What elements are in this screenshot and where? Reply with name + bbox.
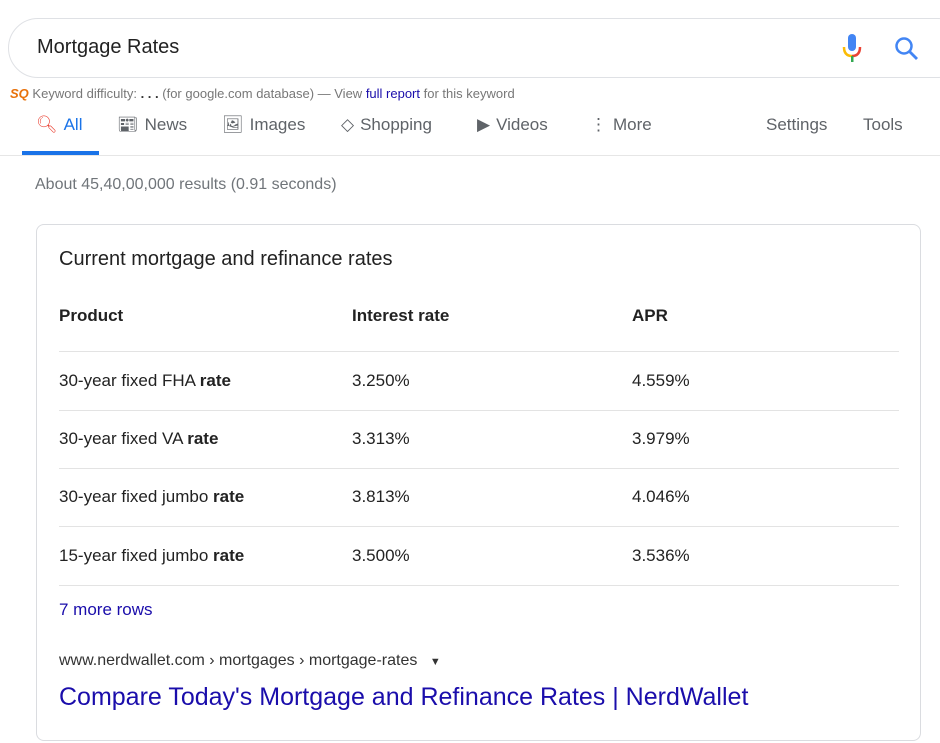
table-row-product: 15-year fixed jumbo rate xyxy=(59,546,244,566)
header-product: Product xyxy=(59,306,124,325)
tab-label: More xyxy=(613,115,652,134)
news-icon: 📰︎ xyxy=(117,115,139,134)
tab-label: Videos xyxy=(496,115,548,134)
tab-label: Shopping xyxy=(360,115,432,134)
table-cell-apr: 3.979% xyxy=(632,429,690,448)
table-row-product: 30-year fixed FHA rate xyxy=(59,371,231,391)
table-cell-apr: 4.046% xyxy=(632,487,690,506)
tab-all[interactable]: 🔍︎ All xyxy=(36,115,83,135)
tab-more[interactable]: ⋮ More xyxy=(590,115,652,135)
url-text: www.nerdwallet.com › mortgages › mortgag… xyxy=(59,652,418,669)
tab-label: Images xyxy=(249,115,306,134)
product-rate-label: rate xyxy=(187,429,219,448)
image-icon: 🖼︎ xyxy=(222,115,244,134)
tab-news[interactable]: 📰︎ News xyxy=(117,115,187,135)
seoquake-logo-icon: SQ xyxy=(10,86,29,101)
keyword-difficulty: SQ Keyword difficulty: . . . (for google… xyxy=(10,86,515,101)
divider xyxy=(0,155,940,156)
result-url[interactable]: www.nerdwallet.com › mortgages › mortgag… xyxy=(59,652,441,670)
header-apr: APR xyxy=(632,306,668,325)
card-title: Current mortgage and refinance rates xyxy=(59,248,393,270)
product-rate-label: rate xyxy=(213,487,245,506)
tab-shopping[interactable]: ◇ Shopping xyxy=(341,115,432,135)
kw-suffix: for this keyword xyxy=(423,86,515,101)
play-icon: ▶︎ xyxy=(477,115,491,134)
table-cell-rate: 3.313% xyxy=(352,429,410,448)
table-cell-rate: 3.250% xyxy=(352,371,410,390)
result-title-link[interactable]: Compare Today's Mortgage and Refinance R… xyxy=(59,683,748,712)
product-name: 30-year fixed FHA xyxy=(59,371,196,390)
row-divider xyxy=(59,468,899,469)
kw-middle: (for google.com database) — View xyxy=(162,86,363,101)
product-name: 30-year fixed VA xyxy=(59,429,183,448)
tag-icon: ◇ xyxy=(341,115,355,134)
kw-prefix: Keyword difficulty: xyxy=(32,86,137,101)
more-vert-icon: ⋮ xyxy=(590,115,607,134)
tab-label: All xyxy=(63,115,83,134)
table-cell-rate: 3.813% xyxy=(352,487,410,506)
row-divider xyxy=(59,410,899,411)
result-stats: About 45,40,00,000 results (0.91 seconds… xyxy=(35,176,337,193)
settings-button[interactable]: Settings xyxy=(766,115,827,135)
table-cell-apr: 3.536% xyxy=(632,546,690,565)
table-row-product: 30-year fixed VA rate xyxy=(59,429,218,449)
tools-button[interactable]: Tools xyxy=(863,115,903,135)
product-name: 30-year fixed jumbo xyxy=(59,487,209,506)
more-rows-link[interactable]: 7 more rows xyxy=(59,600,153,620)
tab-images[interactable]: 🖼︎ Images xyxy=(222,115,305,135)
search-icon: 🔍︎ xyxy=(36,115,58,134)
search-icon[interactable] xyxy=(894,36,920,62)
full-report-link[interactable]: full report xyxy=(366,86,420,101)
table-row-product: 30-year fixed jumbo rate xyxy=(59,487,244,507)
tab-label: News xyxy=(144,115,188,134)
product-rate-label: rate xyxy=(199,371,231,390)
search-input[interactable]: Mortgage Rates xyxy=(37,36,179,59)
row-divider xyxy=(59,351,899,352)
product-name: 15-year fixed jumbo xyxy=(59,546,209,565)
row-divider xyxy=(59,585,899,586)
dropdown-arrow-icon[interactable]: ▼ xyxy=(430,656,441,668)
table-cell-rate: 3.500% xyxy=(352,546,410,565)
tab-videos[interactable]: ▶︎ Videos xyxy=(477,115,548,135)
table-cell-apr: 4.559% xyxy=(632,371,690,390)
row-divider xyxy=(59,526,899,527)
kw-value: . . . xyxy=(140,86,159,101)
product-rate-label: rate xyxy=(213,546,245,565)
header-interest-rate: Interest rate xyxy=(352,306,450,325)
microphone-icon[interactable] xyxy=(842,34,862,64)
